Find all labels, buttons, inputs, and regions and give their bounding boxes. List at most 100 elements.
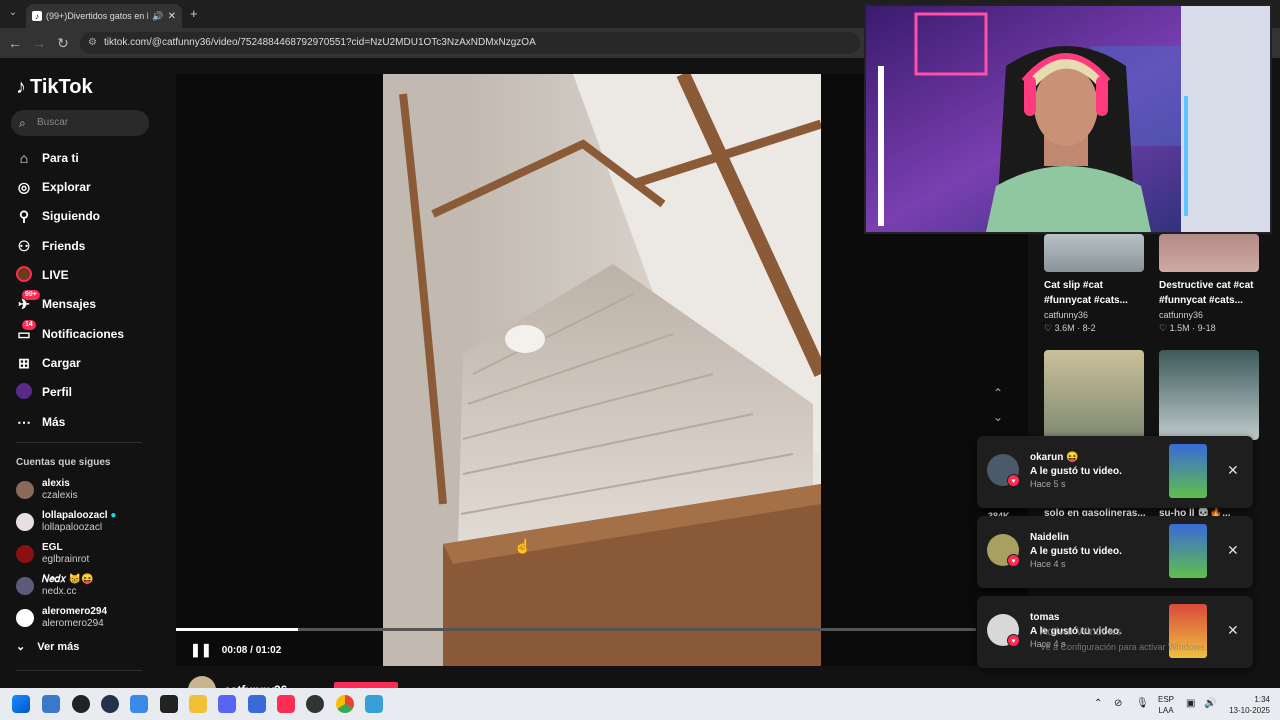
close-icon[interactable]: ✕: [1227, 462, 1239, 479]
following-account[interactable]: EGL eglbrainrot: [16, 542, 89, 566]
app-icon[interactable]: [248, 695, 266, 713]
sidebar-item-label: Siguiendo: [42, 209, 100, 223]
sidebar-item-label: LIVE: [42, 268, 69, 282]
next-video-icon[interactable]: ⌄: [993, 410, 1003, 424]
browser-tab[interactable]: ♪ (99+)Divertidos gatos en la 🔊 ✕: [26, 4, 182, 28]
following-account[interactable]: 𝑁𝑒𝑑𝑥 😸😝 nedx.cc: [16, 574, 94, 598]
sidebar-item-siguiendo[interactable]: ⚲ Siguiendo: [16, 204, 100, 228]
search-input[interactable]: ⌕ Buscar: [11, 110, 149, 136]
windows-activation-title: Activar Windows: [1040, 626, 1122, 638]
account-name: lollapaloozacl ●: [42, 510, 117, 521]
search-placeholder: Buscar: [37, 117, 69, 128]
messages-icon: ✈ 99+: [16, 289, 40, 313]
sidebar-item-live[interactable]: LIVE: [16, 263, 69, 287]
video-frame[interactable]: [383, 74, 821, 666]
sidebar-item-perfil[interactable]: Perfil: [16, 380, 72, 404]
sidebar-item-para-ti[interactable]: ⌂ Para ti: [16, 146, 79, 170]
tiktok-logo[interactable]: ♪ TikTok: [16, 76, 93, 99]
sidebar-item-label: Notificaciones: [42, 327, 125, 341]
url-field[interactable]: ⚙ tiktok.com/@catfunny36/video/752488446…: [80, 32, 860, 54]
sidebar-item-explorar[interactable]: ◎ Explorar: [16, 175, 91, 199]
notification-thumbnail[interactable]: [1169, 444, 1207, 498]
sidebar-item-mas[interactable]: ⋯ Más: [16, 410, 65, 434]
sidebar-item-label: Explorar: [42, 180, 91, 194]
avatar: [16, 481, 34, 499]
previous-video-icon[interactable]: ⌃: [993, 386, 1003, 400]
display-icon[interactable]: ▣: [1186, 698, 1195, 709]
account-handle: eglbrainrot: [42, 554, 90, 565]
clock[interactable]: 1:34 13-10-2025: [1226, 694, 1270, 716]
app-icon[interactable]: [365, 695, 383, 713]
windows-start-icon[interactable]: [12, 695, 30, 713]
back-icon[interactable]: ←: [6, 34, 24, 52]
recommended-video-thumbnail[interactable]: [1044, 350, 1144, 440]
url-text: tiktok.com/@catfunny36/video/75248844687…: [104, 37, 536, 48]
recommended-video-thumbnail[interactable]: [1159, 234, 1259, 272]
app-icon[interactable]: [72, 695, 90, 713]
notification-user: okarun 😝: [1030, 452, 1079, 463]
video-progress-bar[interactable]: [176, 628, 976, 631]
language-indicator[interactable]: ESP LAA: [1158, 694, 1174, 716]
network-icon[interactable]: ⊘: [1114, 698, 1122, 709]
recommended-video-title[interactable]: Cat slip #cat #funnycat #cats...: [1044, 278, 1152, 308]
close-icon[interactable]: ✕: [1227, 542, 1239, 559]
app-icon[interactable]: [130, 695, 148, 713]
webcam-image: [866, 6, 1270, 232]
recommended-video-thumbnail[interactable]: [1044, 234, 1144, 272]
forward-icon[interactable]: →: [30, 34, 48, 52]
account-handle: aleromero294: [42, 618, 104, 629]
sidebar-item-friends[interactable]: ⚇ Friends: [16, 234, 86, 258]
new-tab-button[interactable]: +: [190, 6, 198, 21]
tiktok-icon[interactable]: [277, 695, 295, 713]
recommended-video-thumbnail[interactable]: [1159, 350, 1259, 440]
sidebar-item-mensajes[interactable]: ✈ 99+ Mensajes: [16, 289, 96, 316]
verified-icon: ●: [110, 510, 117, 521]
compass-icon: ◎: [17, 178, 31, 195]
tray-chevron-icon[interactable]: ⌃: [1094, 698, 1102, 709]
live-icon: [16, 265, 32, 285]
epic-games-icon[interactable]: [160, 695, 178, 713]
reload-icon[interactable]: ↻: [54, 34, 72, 52]
divider: [16, 670, 142, 671]
avatar: [16, 609, 34, 627]
sidebar-item-cargar[interactable]: ⊞ Cargar: [16, 351, 81, 375]
chrome-icon[interactable]: [336, 695, 354, 713]
recommended-video-user[interactable]: catfunny36: [1044, 310, 1088, 320]
following-account[interactable]: alexis czalexis: [16, 478, 78, 502]
recommended-video-user[interactable]: catfunny36: [1159, 310, 1203, 320]
widgets-icon[interactable]: [42, 695, 60, 713]
microphone-icon[interactable]: 🎙: [1136, 698, 1149, 709]
volume-icon[interactable]: 🔊: [1204, 698, 1216, 709]
sidebar-item-notificaciones[interactable]: ▭ 14 Notificaciones: [16, 319, 125, 346]
see-more-button[interactable]: ⌄ Ver más: [16, 640, 79, 654]
discord-icon[interactable]: [218, 695, 236, 713]
site-info-icon[interactable]: ⚙: [88, 32, 97, 54]
sidebar-item-label: Más: [42, 415, 66, 429]
heart-icon: ♡: [1159, 323, 1168, 333]
notification-toast[interactable]: ♥ okarun 😝 A le gustó tu video. Hace 5 s…: [977, 436, 1253, 508]
following-account[interactable]: aleromero294 aleromero294: [16, 606, 107, 630]
tiktok-favicon-icon: ♪: [32, 11, 42, 21]
file-explorer-icon[interactable]: [189, 695, 207, 713]
progress-fill: [176, 628, 299, 631]
notification-message: A le gustó tu video.: [1030, 466, 1122, 477]
tab-list-icon[interactable]: ⌄: [4, 4, 22, 22]
windows-activation-text: Ve a Configuración para activar Windows.: [1040, 642, 1208, 652]
notification-toast[interactable]: ♥ Naidelin A le gustó tu video. Hace 4 s…: [977, 516, 1253, 588]
close-icon[interactable]: ✕: [1227, 622, 1239, 639]
notification-thumbnail[interactable]: [1169, 524, 1207, 578]
app-icon[interactable]: [101, 695, 119, 713]
video-time: 00:08 / 01:02: [221, 644, 282, 656]
recommended-video-title[interactable]: Destructive cat #cat #funnycat #cats...: [1159, 278, 1267, 308]
playback-controls: ❚❚ 00:08 / 01:02: [190, 642, 281, 658]
avatar: [16, 513, 34, 531]
account-handle: czalexis: [42, 490, 78, 501]
tab-close-icon[interactable]: ✕: [168, 11, 176, 22]
account-name: alexis: [42, 478, 70, 489]
obs-icon[interactable]: [306, 695, 324, 713]
pause-icon[interactable]: ❚❚: [190, 642, 212, 658]
heart-icon: ♡: [1044, 323, 1053, 333]
profile-icon: [16, 382, 32, 402]
audio-icon[interactable]: 🔊: [152, 11, 163, 22]
following-account[interactable]: lollapaloozacl ● lollapaloozacl: [16, 510, 116, 534]
